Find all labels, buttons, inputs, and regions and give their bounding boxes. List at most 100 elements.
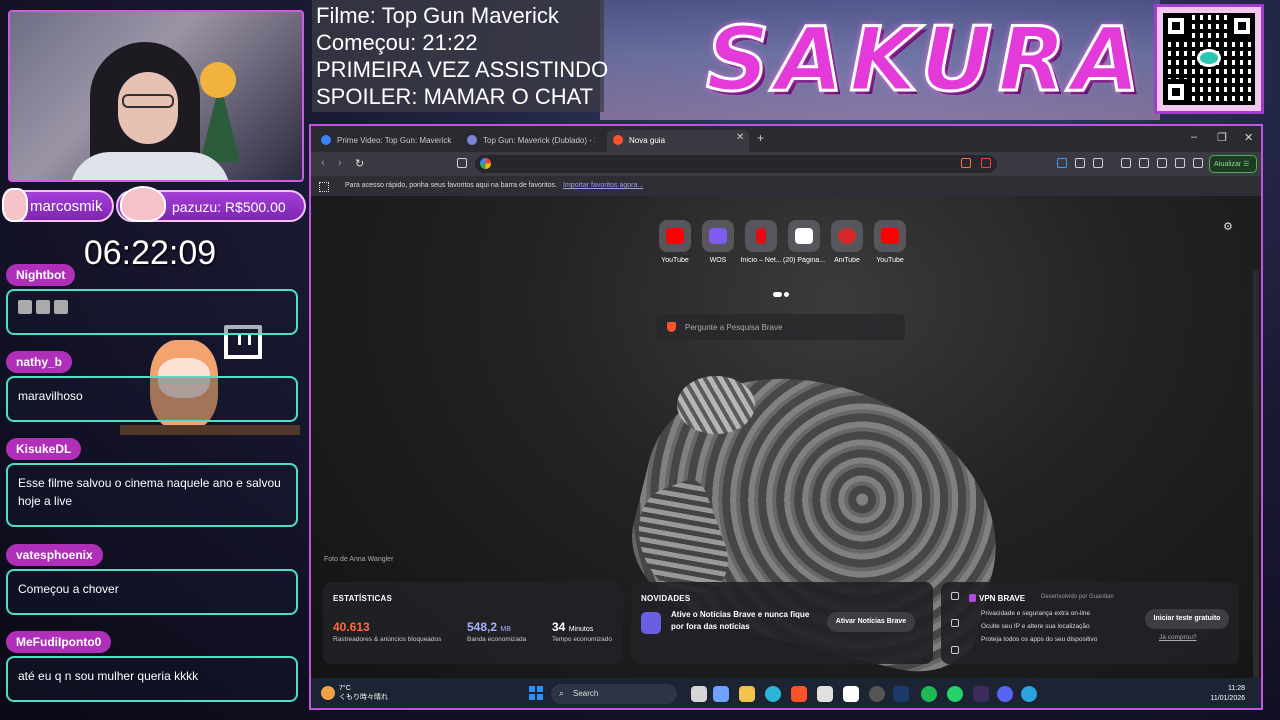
tab-top-gun[interactable]: Top Gun: Maverick (Dublado) - 2 <box>461 130 595 152</box>
trackers-blocked-value: 40.613 <box>333 620 370 634</box>
taskbar-search[interactable]: ⌕ Search <box>551 684 677 704</box>
copilot-icon[interactable] <box>713 686 729 702</box>
chat-username: Nightbot <box>6 264 76 286</box>
photo-credit[interactable]: Foto de Anna Wangler <box>324 556 393 563</box>
movie-info-overlay: Filme: Top Gun Maverick Começou: 21:22 P… <box>312 0 609 112</box>
tab-prime-video[interactable]: Prime Video: Top Gun: Maverick <box>315 130 465 152</box>
bandwidth-saved-value: 548,2 MB <box>467 620 511 634</box>
brave-shields-icon[interactable] <box>961 158 971 168</box>
new-tab-icon[interactable]: + <box>757 131 764 145</box>
task-view-icon[interactable] <box>691 686 707 702</box>
download-icon[interactable] <box>1093 158 1103 168</box>
wallet-icon[interactable] <box>1157 158 1167 168</box>
news-icon <box>641 612 661 634</box>
new-tab-page: YouTube WOS Início – Net... (20) Página.… <box>311 196 1261 708</box>
anitube-icon <box>838 228 856 244</box>
video-icon <box>467 135 477 145</box>
file-explorer-icon[interactable] <box>739 686 755 702</box>
update-button[interactable]: Atualizar ☰ <box>1209 155 1257 173</box>
steam-icon[interactable] <box>893 686 909 702</box>
shortcut-youtube[interactable]: YouTube <box>865 220 915 264</box>
forward-icon[interactable]: › <box>338 157 342 169</box>
close-tab-icon[interactable]: ✕ <box>736 132 744 143</box>
back-icon[interactable]: ‹ <box>321 157 325 169</box>
spotify-icon[interactable] <box>921 686 937 702</box>
search-icon: ⌕ <box>559 688 565 698</box>
shortcut-pagination[interactable] <box>773 284 791 302</box>
system-clock[interactable]: 11:28 11/01/2026 <box>1210 684 1245 704</box>
already-bought-link[interactable]: Já comprou? <box>1159 634 1197 641</box>
capcut-icon[interactable] <box>843 686 859 702</box>
emote-icon <box>54 300 68 314</box>
movie-line: SPOILER: MAMAR O CHAT <box>316 84 594 109</box>
shield-icon[interactable] <box>951 592 959 600</box>
chat-message: maravilhoso <box>6 376 298 422</box>
tab-bar: Prime Video: Top Gun: Maverick Top Gun: … <box>311 126 1261 152</box>
emote-icon <box>18 300 32 314</box>
sidebar-icon[interactable] <box>1139 158 1149 168</box>
apps-grid-icon[interactable] <box>319 182 329 192</box>
brave-search-box[interactable]: Pergunte a Pesquisa Brave <box>657 314 905 340</box>
avatar <box>120 186 166 222</box>
scrollbar[interactable] <box>1253 270 1259 708</box>
qr-code <box>1154 4 1264 114</box>
webcam-feed <box>8 10 304 182</box>
gear-icon[interactable]: ⚙ <box>1223 220 1233 233</box>
telegram-icon[interactable] <box>1021 686 1037 702</box>
activate-news-button[interactable]: Ativar Notícias Brave <box>827 612 915 632</box>
chat-message <box>6 289 298 335</box>
youtube-icon <box>666 228 684 244</box>
windows-start-icon[interactable] <box>529 686 543 700</box>
vpn-card: VPN BRAVE Desenvolvido por Guardian Priv… <box>941 582 1239 664</box>
close-window-icon[interactable]: ✕ <box>1244 131 1253 144</box>
bookmark-icon[interactable] <box>457 158 467 168</box>
edge-icon[interactable] <box>765 686 781 702</box>
extensions-icon[interactable] <box>1075 158 1085 168</box>
media-icon[interactable] <box>1121 158 1131 168</box>
chat-username: MeFudiIponto0 <box>6 631 112 653</box>
chat-username: nathy_b <box>6 351 73 373</box>
emote-list <box>18 300 286 314</box>
import-bookmarks-link[interactable]: Importar favoritos agora... <box>563 182 643 189</box>
movie-line: PRIMEIRA VEZ ASSISTINDO <box>316 57 609 82</box>
vpn-icon <box>969 594 976 602</box>
brave-rewards-icon[interactable] <box>981 158 991 168</box>
tab-nova-guia[interactable]: Nova guia <box>607 130 749 152</box>
avatar <box>2 188 28 222</box>
store-icon[interactable] <box>817 686 833 702</box>
reload-icon[interactable]: ↻ <box>355 157 364 170</box>
stats-card: ESTATÍSTICAS 40.613 Rastreadores & anúnc… <box>323 582 623 664</box>
minimize-icon[interactable]: – <box>1191 131 1197 143</box>
chat-message: Começou a chover <box>6 569 298 615</box>
youtube-icon <box>881 228 899 244</box>
plush-toy-image <box>200 62 236 98</box>
media-card-icon[interactable] <box>951 646 959 654</box>
wos-icon <box>709 228 727 244</box>
weather-widget[interactable]: 7°C くもり時々晴れ <box>321 684 388 702</box>
vpn-icon[interactable] <box>1193 158 1203 168</box>
x-icon <box>795 228 813 244</box>
address-bar[interactable] <box>475 155 997 173</box>
eye-icon <box>1197 49 1221 67</box>
start-trial-button[interactable]: Iniciar teste gratuito <box>1145 609 1229 629</box>
maximize-icon[interactable]: ❐ <box>1217 131 1227 144</box>
audio-icon[interactable] <box>1057 158 1067 168</box>
app-icon[interactable] <box>973 686 989 702</box>
whatsapp-icon[interactable] <box>947 686 963 702</box>
alert-icon[interactable] <box>951 619 959 627</box>
windows-taskbar: 7°C くもり時々晴れ ⌕ Search 11:28 11/01/2026 <box>311 678 1261 708</box>
chat-username: vatesphoenix <box>6 544 103 566</box>
netflix-icon <box>756 228 766 244</box>
leo-icon[interactable] <box>1175 158 1185 168</box>
bookmarks-bar: Para acesso rápido, ponha seus favoritos… <box>311 176 1261 196</box>
chat-username: KisukeDL <box>6 438 82 460</box>
brave-icon <box>613 135 623 145</box>
news-card: NOVIDADES Ative o Notícias Brave e nunca… <box>631 582 933 664</box>
browser-toolbar: ‹ › ↻ Atualizar ☰ <box>311 152 1261 176</box>
brave-icon[interactable] <box>791 686 807 702</box>
discord-icon[interactable] <box>997 686 1013 702</box>
emote-icon <box>36 300 50 314</box>
movie-line: Começou: 21:22 <box>316 30 478 55</box>
obs-icon[interactable] <box>869 686 885 702</box>
movie-line: Filme: Top Gun Maverick <box>316 3 559 28</box>
